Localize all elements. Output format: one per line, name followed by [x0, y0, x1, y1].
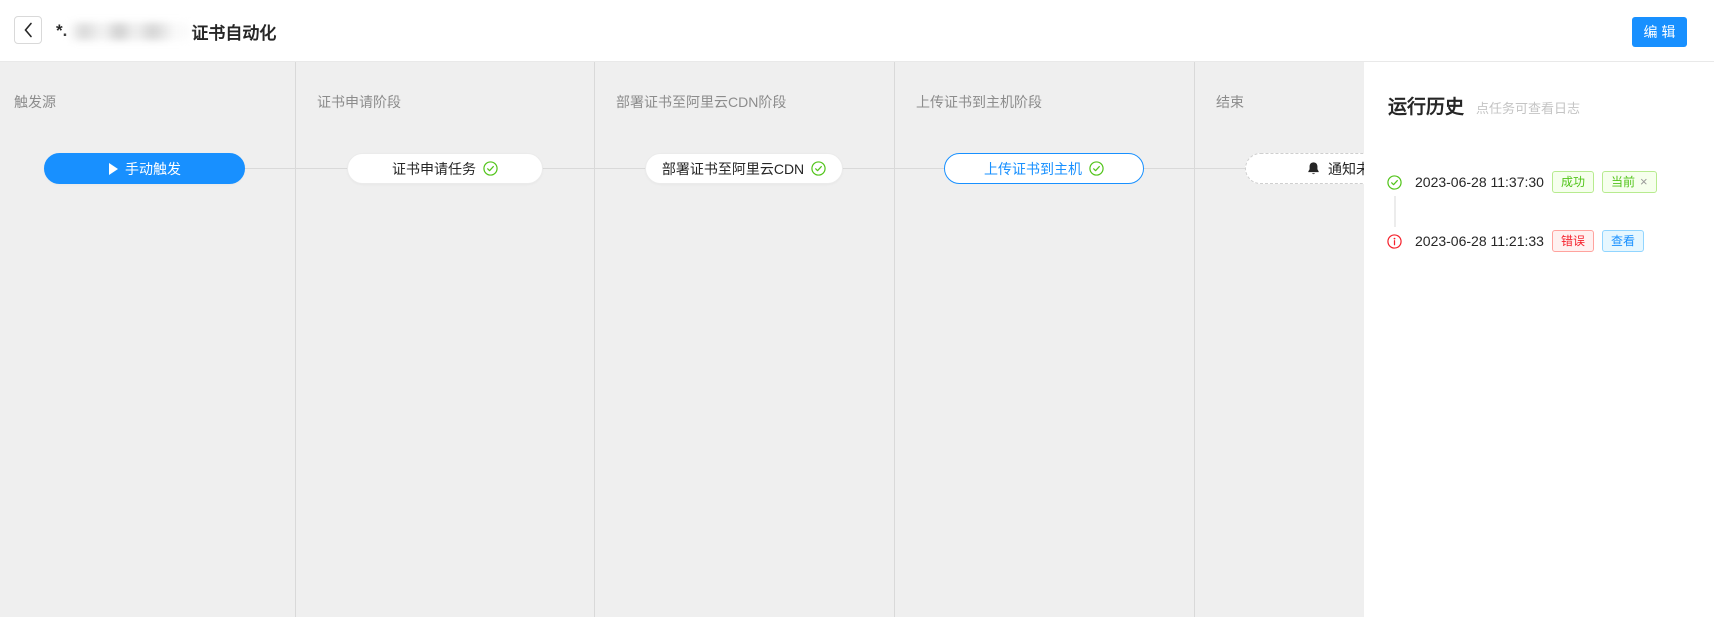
page-header: *. 证书自动化 编 辑 — [0, 0, 1714, 62]
error-circle-icon — [1387, 234, 1402, 249]
stage-label-cdn: 部署证书至阿里云CDN阶段 — [616, 92, 786, 112]
run-timestamp: 2023-06-28 11:37:30 — [1415, 174, 1544, 190]
node-label: 手动触发 — [125, 159, 181, 179]
history-entry[interactable]: 2023-06-28 11:21:33 错误 查看 — [1387, 230, 1644, 252]
panel-header: 运行历史 点任务可查看日志 — [1388, 92, 1714, 119]
back-chevron-icon — [23, 22, 33, 38]
panel-title: 运行历史 — [1388, 92, 1464, 119]
bell-icon — [1306, 161, 1321, 176]
stage-divider — [1194, 62, 1195, 617]
timeline-connector — [1394, 196, 1396, 227]
stage-divider — [295, 62, 296, 617]
node-upload-host[interactable]: 上传证书到主机 — [944, 153, 1144, 184]
title-suffix: 证书自动化 — [191, 19, 276, 44]
check-circle-icon — [483, 161, 498, 176]
play-icon — [108, 163, 118, 175]
node-label: 上传证书到主机 — [984, 159, 1082, 179]
node-manual-trigger[interactable]: 手动触发 — [44, 153, 245, 184]
node-deploy-cdn[interactable]: 部署证书至阿里云CDN — [645, 153, 843, 184]
check-circle-icon — [1089, 161, 1104, 176]
edit-button[interactable]: 编 辑 — [1632, 17, 1687, 47]
page-title: *. 证书自动化 — [56, 0, 276, 62]
stage-divider — [594, 62, 595, 617]
back-button[interactable] — [14, 16, 42, 44]
pipeline-canvas: 触发源 证书申请阶段 部署证书至阿里云CDN阶段 上传证书到主机阶段 结束 手动… — [0, 62, 1714, 623]
redacted-domain-blur — [69, 23, 189, 40]
check-circle-icon — [811, 161, 826, 176]
current-run-label: 当前 — [1611, 173, 1635, 191]
stage-label-host: 上传证书到主机阶段 — [916, 92, 1042, 112]
certificate-automation-page: *. 证书自动化 编 辑 触发源 证书申请阶段 部署证书至阿里云CDN阶段 上传… — [0, 0, 1714, 623]
node-label: 部署证书至阿里云CDN — [662, 159, 804, 179]
check-circle-icon — [1387, 175, 1402, 190]
panel-subtitle: 点任务可查看日志 — [1476, 98, 1580, 117]
run-history-panel: 运行历史 点任务可查看日志 2023-06-28 11:37:30 成功 当前 … — [1364, 62, 1714, 623]
view-run-button[interactable]: 查看 — [1602, 230, 1644, 252]
close-icon[interactable]: × — [1640, 173, 1648, 191]
current-run-tag[interactable]: 当前 × — [1602, 171, 1657, 193]
status-badge-error: 错误 — [1552, 230, 1594, 252]
stage-label-trigger: 触发源 — [14, 92, 56, 112]
stage-label-apply: 证书申请阶段 — [317, 92, 401, 112]
node-cert-apply-task[interactable]: 证书申请任务 — [347, 153, 543, 184]
title-prefix: *. — [56, 21, 67, 41]
node-label: 证书申请任务 — [392, 159, 476, 179]
run-timestamp: 2023-06-28 11:21:33 — [1415, 233, 1544, 249]
status-badge-success: 成功 — [1552, 171, 1594, 193]
stage-divider — [894, 62, 895, 617]
stage-label-end: 结束 — [1216, 92, 1244, 112]
history-entry[interactable]: 2023-06-28 11:37:30 成功 当前 × — [1387, 171, 1657, 193]
